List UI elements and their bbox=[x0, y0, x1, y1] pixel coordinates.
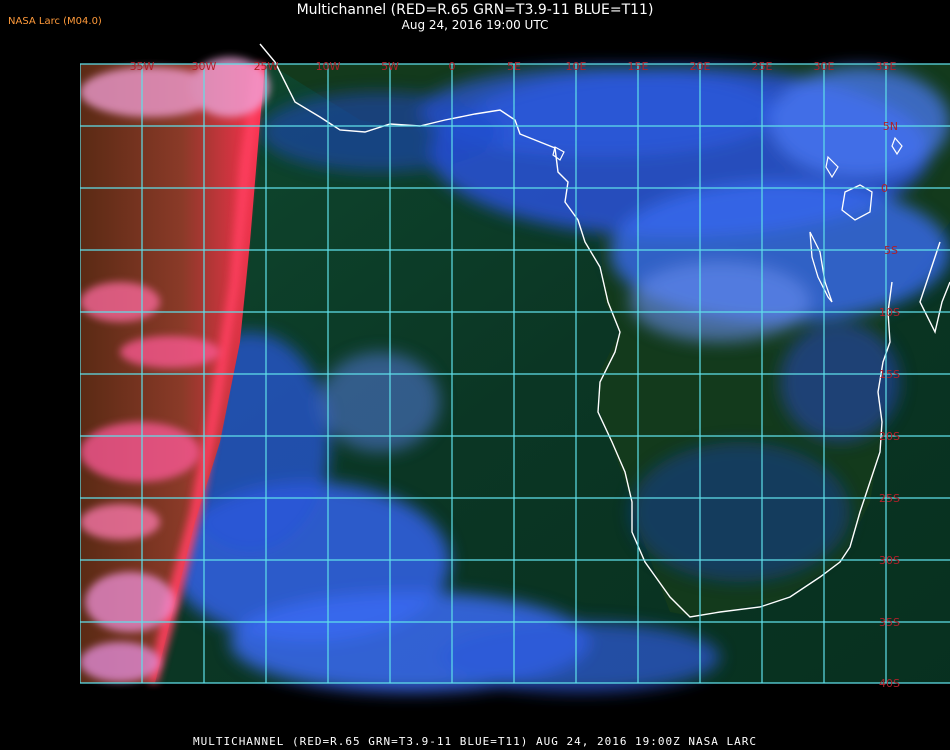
lon-label: 10E bbox=[566, 60, 587, 73]
lat-label: 5S bbox=[884, 244, 898, 257]
image-datetime: Aug 24, 2016 19:00 UTC bbox=[401, 18, 549, 32]
source-label: NASA Larc (M04.0) bbox=[8, 16, 102, 27]
lat-label: 30S bbox=[879, 554, 900, 567]
lon-label: 25W bbox=[254, 60, 279, 73]
lat-label: 15S bbox=[879, 368, 900, 381]
lon-label: 30E bbox=[814, 60, 835, 73]
lat-label: 40S bbox=[879, 677, 900, 690]
lon-label: 30W bbox=[192, 60, 217, 73]
footer-caption: MULTICHANNEL (RED=R.65 GRN=T3.9-11 BLUE=… bbox=[192, 735, 758, 748]
black-margin-bottom bbox=[80, 683, 950, 727]
lat-label: 25S bbox=[879, 492, 900, 505]
image-title: Multichannel (RED=R.65 GRN=T3.9-11 BLUE=… bbox=[296, 2, 654, 18]
lat-label: 0 bbox=[881, 182, 888, 195]
lon-label: 5E bbox=[507, 60, 521, 73]
lon-label: 0 bbox=[449, 60, 456, 73]
lon-label: 25E bbox=[752, 60, 773, 73]
lat-label: 5N bbox=[883, 120, 898, 133]
lon-label: 35E bbox=[876, 60, 897, 73]
lon-label: 5W bbox=[381, 60, 399, 73]
lon-label: 20E bbox=[690, 60, 711, 73]
lat-label: 10S bbox=[879, 306, 900, 319]
lon-label: 35W bbox=[130, 60, 155, 73]
satellite-map: 35W 30W 25W 10W 5W 0 5E 10E 15E 20E 25E … bbox=[80, 43, 950, 727]
lon-label: 15E bbox=[628, 60, 649, 73]
lon-label: 10W bbox=[316, 60, 341, 73]
lat-label: 35S bbox=[879, 616, 900, 629]
lat-label: 20S bbox=[879, 430, 900, 443]
